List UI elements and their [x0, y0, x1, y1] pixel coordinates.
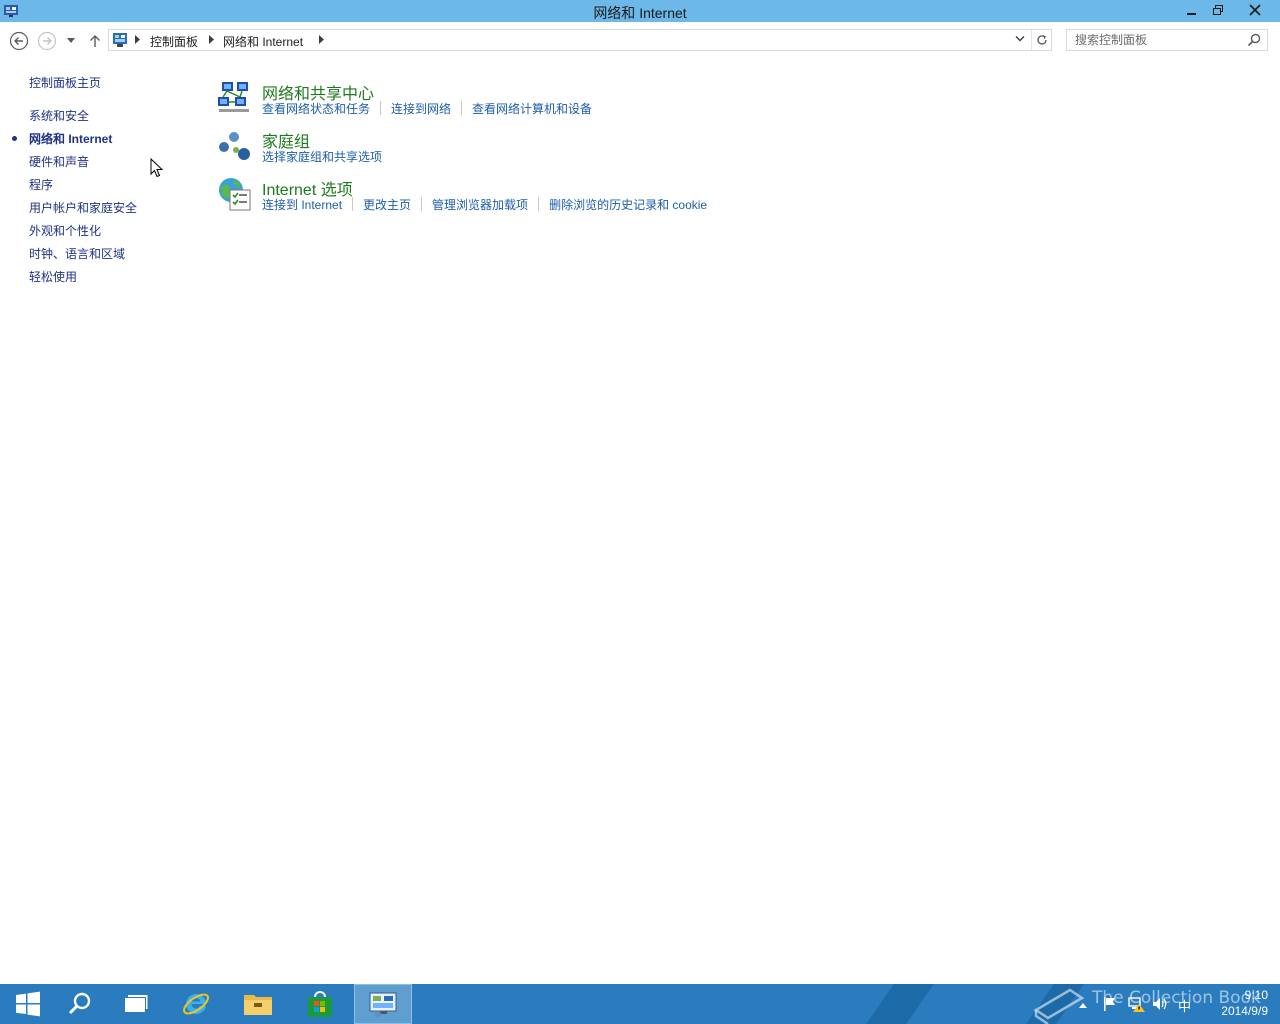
- back-button[interactable]: [8, 30, 30, 52]
- minimize-icon: [1187, 13, 1196, 15]
- refresh-icon: [1037, 35, 1047, 45]
- ime-indicator[interactable]: 中: [1178, 996, 1191, 1015]
- control-panel-taskbar-button[interactable]: [354, 984, 412, 1024]
- nav-control-panel-home[interactable]: 控制面板主页: [29, 74, 101, 91]
- control-panel-icon: [369, 992, 397, 1017]
- network-status-icon[interactable]: [1128, 996, 1146, 1012]
- link-divider: [461, 101, 463, 115]
- breadcrumb-separator-icon[interactable]: [135, 35, 141, 44]
- internet-explorer-button[interactable]: [168, 984, 224, 1024]
- link-divider: [352, 197, 354, 211]
- close-icon: [1249, 4, 1261, 16]
- link-connect-to-network[interactable]: 连接到网络: [391, 100, 451, 117]
- link-change-home-page[interactable]: 更改主页: [363, 196, 411, 213]
- start-icon: [16, 991, 40, 1017]
- search-icon: [68, 992, 91, 1015]
- control-panel-root-icon: [113, 33, 127, 47]
- clock-time: 9:10: [1244, 988, 1268, 1002]
- link-divider: [380, 101, 382, 115]
- category-links: 选择家庭组和共享选项: [262, 148, 382, 165]
- current-item-bullet: [12, 136, 17, 141]
- volume-icon[interactable]: [1152, 996, 1168, 1012]
- link-view-network-computers[interactable]: 查看网络计算机和设备: [472, 100, 592, 117]
- up-arrow-icon: [90, 35, 100, 47]
- chevron-down-icon: [67, 38, 75, 43]
- title-bar: 网络和 Internet: [0, 0, 1280, 22]
- internet-options-icon[interactable]: [216, 176, 252, 212]
- network-sharing-center-icon[interactable]: [216, 80, 252, 116]
- link-homegroup-sharing-options[interactable]: 选择家庭组和共享选项: [262, 148, 382, 165]
- show-hidden-icons-chevron-icon[interactable]: [1078, 1001, 1088, 1009]
- task-view-icon: [125, 995, 148, 1012]
- breadcrumb-network-internet[interactable]: 网络和 Internet: [223, 33, 303, 50]
- link-connect-to-internet[interactable]: 连接到 Internet: [262, 196, 342, 213]
- nav-system-security[interactable]: 系统和安全: [29, 107, 89, 124]
- recent-locations-dropdown[interactable]: [62, 30, 80, 52]
- nav-programs[interactable]: 程序: [29, 176, 53, 193]
- start-button[interactable]: [0, 984, 56, 1024]
- store-button[interactable]: [292, 984, 348, 1024]
- internet-explorer-icon: [183, 993, 209, 1015]
- file-explorer-icon: [244, 995, 272, 1015]
- link-view-network-status[interactable]: 查看网络状态和任务: [262, 100, 370, 117]
- restore-button[interactable]: [1206, 0, 1230, 20]
- breadcrumb-separator-icon[interactable]: [319, 35, 325, 44]
- nav-hardware-sound[interactable]: 硬件和声音: [29, 153, 89, 170]
- clock[interactable]: 9:10 2014/9/9: [1200, 987, 1268, 1019]
- back-arrow-icon: [9, 31, 29, 51]
- up-button[interactable]: [84, 30, 106, 52]
- address-bar[interactable]: 控制面板 网络和 Internet: [108, 29, 1052, 51]
- search-box: [1066, 29, 1268, 51]
- store-icon: [308, 991, 332, 1017]
- nav-appearance[interactable]: 外观和个性化: [29, 222, 101, 239]
- navigation-bar: 控制面板 网络和 Internet: [0, 22, 1280, 58]
- mouse-pointer-icon: [150, 158, 163, 178]
- taskbar: The Collection Book 中 9:10 2014/9/9: [0, 984, 1280, 1024]
- category-links: 连接到 Internet 更改主页 管理浏览器加载项 删除浏览的历史记录和 co…: [262, 196, 707, 213]
- breadcrumb-separator-icon[interactable]: [209, 35, 215, 44]
- action-center-flag-icon[interactable]: [1102, 996, 1118, 1012]
- breadcrumb-control-panel[interactable]: 控制面板: [150, 33, 198, 50]
- nav-user-accounts[interactable]: 用户帐户和家庭安全: [29, 199, 137, 216]
- restore-icon: [1213, 5, 1223, 15]
- minimize-button[interactable]: [1180, 0, 1204, 20]
- link-delete-browsing-history[interactable]: 删除浏览的历史记录和 cookie: [549, 196, 707, 213]
- file-explorer-button[interactable]: [230, 984, 286, 1024]
- category-links: 查看网络状态和任务 连接到网络 查看网络计算机和设备: [262, 100, 592, 117]
- nav-network-internet[interactable]: 网络和 Internet: [29, 130, 112, 147]
- search-input[interactable]: [1067, 30, 1251, 50]
- search-icon[interactable]: [1247, 33, 1261, 47]
- link-manage-browser-addons[interactable]: 管理浏览器加载项: [432, 196, 528, 213]
- task-view-button[interactable]: [108, 984, 164, 1024]
- refresh-button[interactable]: [1031, 30, 1052, 50]
- homegroup-icon[interactable]: [216, 128, 252, 164]
- taskbar-search-button[interactable]: [52, 984, 108, 1024]
- close-button[interactable]: [1232, 0, 1278, 20]
- clock-date: 2014/9/9: [1221, 1004, 1268, 1018]
- forward-button[interactable]: [36, 30, 58, 52]
- link-divider: [421, 197, 423, 211]
- taskbar-decoration: [865, 984, 935, 1024]
- nav-ease-of-access[interactable]: 轻松使用: [29, 268, 77, 285]
- forward-arrow-icon: [37, 31, 57, 51]
- link-divider: [538, 197, 540, 211]
- window-title: 网络和 Internet: [593, 5, 687, 21]
- address-history-chevron-icon[interactable]: [1015, 35, 1025, 43]
- nav-clock-language-region[interactable]: 时钟、语言和区域: [29, 245, 125, 262]
